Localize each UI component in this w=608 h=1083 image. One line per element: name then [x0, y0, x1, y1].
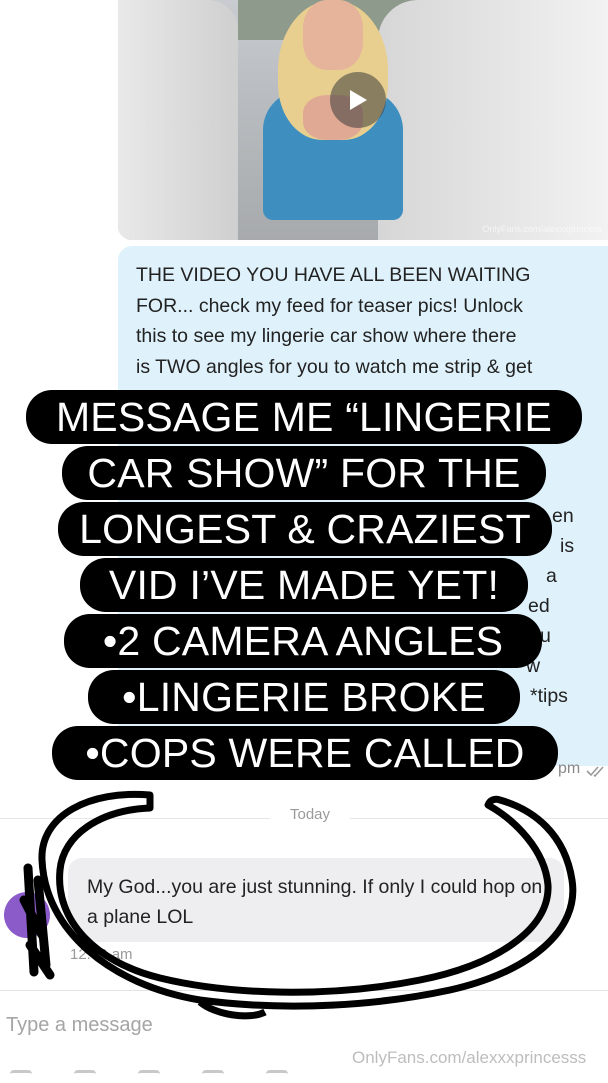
redaction-scribble: [19, 863, 55, 980]
